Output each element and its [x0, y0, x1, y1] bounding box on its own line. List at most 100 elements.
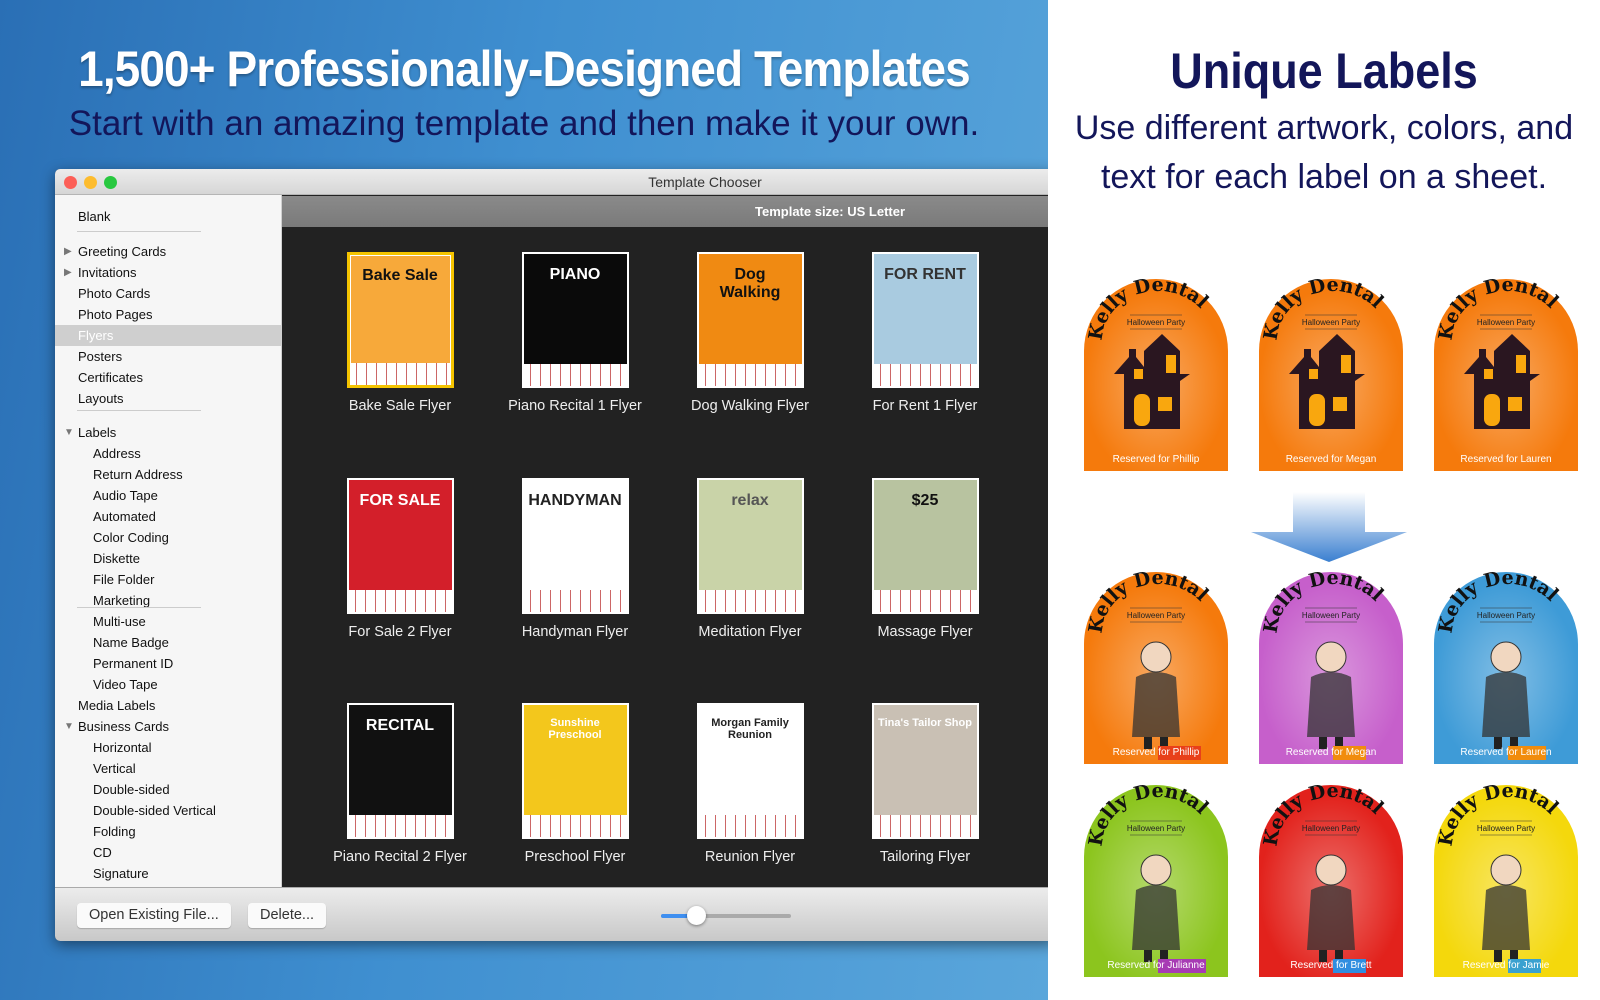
sidebar-item-greeting-cards[interactable]: ▶ Greeting Cards — [55, 241, 281, 262]
sidebar-item-address[interactable]: Address — [55, 443, 281, 464]
sidebar-item-diskette[interactable]: Diskette — [55, 548, 281, 569]
template-thumbnail[interactable]: RECITAL — [346, 703, 454, 839]
sidebar-item-audio-tape[interactable]: Audio Tape — [55, 485, 281, 506]
template-tile[interactable]: RECITAL Piano Recital 2 Flyer — [315, 703, 485, 865]
template-thumbnail[interactable]: Tina's Tailor Shop — [871, 703, 979, 839]
disclosure-expanded-icon[interactable]: ▼ — [64, 422, 74, 443]
thumbnail-text: HANDYMAN — [528, 492, 622, 509]
template-tile[interactable]: Dog Walking Dog Walking Flyer — [665, 252, 835, 414]
sidebar-item-media-labels[interactable]: Media Labels — [55, 695, 281, 716]
label-vampire: Kelly Dental Halloween Party Reserved for … — [1259, 780, 1403, 977]
sidebar-item-file-folder[interactable]: File Folder — [55, 569, 281, 590]
label-pirate: Kelly Dental Halloween Party Reserved for … — [1084, 567, 1228, 764]
label-reserved-prefix: Reserved for — [1286, 454, 1344, 465]
sidebar-item-photo-pages[interactable]: Photo Pages — [55, 304, 281, 325]
sidebar-item-multi-use[interactable]: Multi-use — [55, 611, 281, 632]
headline: 1,500+ Professionally-Designed Templates — [78, 41, 971, 97]
template-thumbnail[interactable]: Morgan Family Reunion — [696, 703, 804, 839]
svg-text:Reserved for Lauren: Reserved for Lauren — [1460, 747, 1551, 758]
template-tile[interactable]: Sunshine Preschool Preschool Flyer — [490, 703, 660, 865]
disclosure-collapsed-icon[interactable]: ▶ — [64, 262, 72, 283]
template-name: Bake Sale Flyer — [348, 398, 452, 414]
disclosure-expanded-icon[interactable]: ▼ — [64, 716, 74, 737]
sidebar-item-double-sided[interactable]: Double-sided — [55, 779, 281, 800]
sidebar-item-video-tape[interactable]: Video Tape — [55, 674, 281, 695]
sidebar-item-label: Double-sided — [93, 782, 170, 797]
template-tile[interactable]: Tina's Tailor Shop Tailoring Flyer — [840, 703, 1010, 865]
sidebar-item-label: Certificates — [78, 370, 144, 385]
template-thumbnail[interactable]: $25 — [871, 478, 979, 614]
delete-button[interactable]: Delete... — [248, 903, 326, 928]
sidebar-item-label: Photo Cards — [78, 286, 151, 301]
template-tile[interactable]: relax Meditation Flyer — [665, 478, 835, 640]
tear-off-tabs — [523, 364, 627, 386]
sidebar-item-cd[interactable]: CD — [55, 842, 281, 863]
sidebar-item-label: Posters — [78, 349, 123, 364]
sidebar-item-color-coding[interactable]: Color Coding — [55, 527, 281, 548]
label-witch: Kelly Dental Halloween Party Reserved for … — [1259, 567, 1403, 764]
template-tile[interactable]: FOR SALE For Sale 2 Flyer — [315, 478, 485, 640]
svg-text:Reserved for Julianne: Reserved for Julianne — [1107, 960, 1205, 971]
sidebar-item-label: Folding — [93, 824, 136, 839]
template-name: Reunion Flyer — [704, 849, 796, 865]
template-thumbnail[interactable]: FOR RENT — [871, 252, 979, 388]
label-event: Halloween Party — [1127, 824, 1185, 833]
sidebar-item-label: Name Badge — [93, 635, 169, 650]
category-sidebar: Blank ▶ Greeting Cards ▶ Invitations Photo Ca… — [55, 195, 282, 887]
sidebar-item-label: Photo Pages — [78, 307, 153, 322]
sidebar-item-layouts[interactable]: Layouts — [55, 388, 281, 409]
sidebar-item-blank[interactable]: Blank — [55, 206, 281, 227]
template-tile[interactable]: $25 Massage Flyer — [840, 478, 1010, 640]
label-recipient-name: Brett — [1350, 960, 1371, 971]
sidebar-item-business-cards[interactable]: ▼ Business Cards — [55, 716, 281, 737]
sidebar-item-label: Invitations — [78, 265, 137, 280]
open-existing-file-button[interactable]: Open Existing File... — [77, 903, 231, 928]
sidebar-item-return-address[interactable]: Return Address — [55, 464, 281, 485]
sidebar-item-double-sided-vertical[interactable]: Double-sided Vertical — [55, 800, 281, 821]
slider-knob[interactable] — [687, 906, 707, 925]
sidebar-item-label: Greeting Cards — [78, 244, 167, 259]
template-tile[interactable]: Morgan Family Reunion Reunion Flyer — [665, 703, 835, 865]
label-recipient-name: Megan — [1346, 454, 1377, 465]
tear-off-tabs — [349, 363, 451, 385]
template-thumbnail[interactable]: Bake Sale — [346, 252, 454, 388]
label-frankenstein: Kelly Dental Halloween Party Reserved for … — [1434, 780, 1578, 977]
template-name: Piano Recital 1 Flyer — [508, 398, 642, 414]
thumbnail-size-slider[interactable] — [661, 906, 791, 925]
sidebar-item-posters[interactable]: Posters — [55, 346, 281, 367]
sidebar-item-label: Double-sided Vertical — [93, 803, 216, 818]
label-event: Halloween Party — [1477, 318, 1535, 327]
thumbnail-text: $25 — [911, 492, 939, 509]
template-tile[interactable]: PIANO Piano Recital 1 Flyer — [490, 252, 660, 414]
label-event: Halloween Party — [1477, 824, 1535, 833]
template-tile[interactable]: FOR RENT For Rent 1 Flyer — [840, 252, 1010, 414]
sidebar-item-label: Return Address — [93, 467, 183, 482]
sidebar-item-permanent-id[interactable]: Permanent ID — [55, 653, 281, 674]
sidebar-item-certificates[interactable]: Certificates — [55, 367, 281, 388]
template-thumbnail[interactable]: PIANO — [521, 252, 629, 388]
sidebar-item-name-badge[interactable]: Name Badge — [55, 632, 281, 653]
template-thumbnail[interactable]: relax — [696, 478, 804, 614]
template-tile[interactable]: Bake Sale Bake Sale Flyer — [315, 252, 485, 414]
svg-text:Reserved for Megan: Reserved for Megan — [1286, 454, 1377, 465]
template-thumbnail[interactable]: HANDYMAN — [521, 478, 629, 614]
template-name: Meditation Flyer — [698, 624, 802, 640]
sidebar-item-photo-cards[interactable]: Photo Cards — [55, 283, 281, 304]
sidebar-item-invitations[interactable]: ▶ Invitations — [55, 262, 281, 283]
sidebar-item-flyers[interactable]: Flyers — [55, 325, 281, 346]
template-thumbnail[interactable]: Sunshine Preschool — [521, 703, 629, 839]
disclosure-collapsed-icon[interactable]: ▶ — [64, 241, 72, 262]
sidebar-item-signature[interactable]: Signature — [55, 863, 281, 884]
title-bar[interactable]: Template Chooser — [55, 169, 1048, 195]
sidebar-item-vertical[interactable]: Vertical — [55, 758, 281, 779]
template-tile[interactable]: HANDYMAN Handyman Flyer — [490, 478, 660, 640]
tear-off-tabs — [698, 815, 802, 837]
thumbnail-text: relax — [731, 492, 769, 509]
sidebar-item-labels[interactable]: ▼ Labels — [55, 422, 281, 443]
template-thumbnail[interactable]: Dog Walking — [696, 252, 804, 388]
label-haunted-house: Kelly Dental Halloween Party Reserved for … — [1434, 274, 1578, 471]
sidebar-item-automated[interactable]: Automated — [55, 506, 281, 527]
sidebar-item-horizontal[interactable]: Horizontal — [55, 737, 281, 758]
sidebar-item-folding[interactable]: Folding — [55, 821, 281, 842]
template-thumbnail[interactable]: FOR SALE — [346, 478, 454, 614]
